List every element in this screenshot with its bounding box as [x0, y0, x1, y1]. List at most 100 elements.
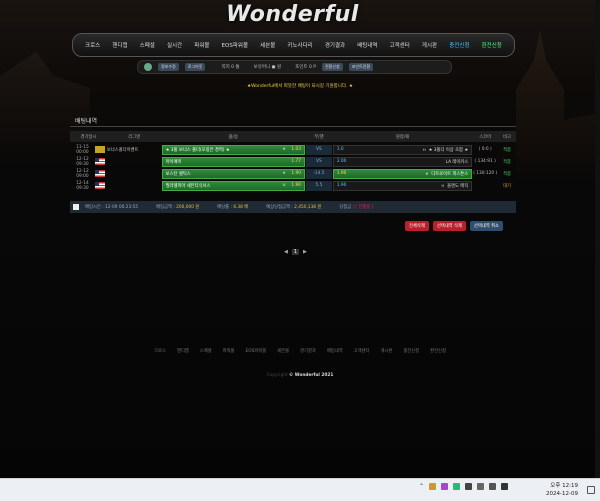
- pen-tray-icon[interactable]: [441, 483, 448, 490]
- volume-icon[interactable]: [489, 483, 496, 490]
- point-convert-button[interactable]: 포인트전환: [348, 63, 374, 71]
- footer-link[interactable]: EOS파워볼: [245, 348, 266, 354]
- app-tray-icon[interactable]: [429, 483, 436, 490]
- column-header: 스코어: [479, 134, 492, 140]
- profile-icon[interactable]: [144, 63, 152, 71]
- home-odds: 1.03: [291, 147, 301, 152]
- away-odds: 1.90: [336, 183, 347, 188]
- nav-item[interactable]: 고객센터: [390, 41, 410, 49]
- notification-icon[interactable]: [587, 486, 595, 494]
- away-team: LA 레이커스: [445, 159, 469, 165]
- league-flag-icon: [94, 170, 105, 177]
- home-odds: 1.90: [291, 171, 301, 176]
- convert-button[interactable]: 전환신청: [321, 63, 343, 71]
- edit-info-button[interactable]: 정보수정: [158, 63, 179, 71]
- network-icon[interactable]: [477, 483, 484, 490]
- draw-cell[interactable]: 5.5: [305, 180, 332, 191]
- nav-item[interactable]: 실시간: [167, 41, 182, 49]
- nav-item[interactable]: 환전신청: [482, 41, 502, 49]
- column-header: 원정/패: [395, 134, 410, 140]
- away-team-cell[interactable]: 2.00 LA 레이커스: [332, 156, 473, 167]
- select-checkbox[interactable]: [73, 204, 79, 210]
- bet-odds: 배당률 : 6.38 배: [217, 205, 249, 210]
- update-tray-icon[interactable]: [453, 483, 460, 490]
- footer-link[interactable]: 핸디캡: [177, 348, 189, 354]
- away-team-cell[interactable]: 1.90 H 올랜도 매직: [332, 180, 473, 191]
- nav-item[interactable]: EOS파워볼: [222, 41, 248, 49]
- prev-page-icon[interactable]: ◀: [284, 249, 288, 255]
- table-row: 11-15 00:00 보너스폴더이벤트 ★ 3폴 보너스 폴더(오징은 경력) ★…: [70, 144, 516, 155]
- nav-item[interactable]: 핸디캡: [112, 41, 127, 49]
- nav-item[interactable]: 파워볼: [194, 41, 209, 49]
- table-row: 12-12 09:30 마이애미 1.77 VS 2.00 LA 레이커스 ( 134:91…: [70, 156, 516, 167]
- footer-link[interactable]: 고객센터: [354, 348, 370, 354]
- point-display: 포인트 0 P: [295, 65, 316, 70]
- logout-button[interactable]: 로그아웃: [184, 63, 206, 71]
- home-odds: 1.77: [291, 159, 301, 164]
- table-row: 12-14 09:30 필라델피아 세븐티식서스 U 1.90 5.5 1.90 H 올랜도 …: [70, 180, 516, 191]
- bet-amount: 배팅금액 : 200,000 원: [156, 205, 200, 210]
- nav-item[interactable]: 스페셜: [140, 41, 155, 49]
- main-nav: 크로스 핸디캡 스페셜 실시간 파워볼 EOS파워볼 세븐볼 키노사다리 경기결과 배팅내역 고객센…: [72, 33, 515, 57]
- page-background: Wonderful 크로스 핸디캡 스페셜 실시간 파워볼 EOS파워볼 세븐볼 키노사다리 경…: [0, 0, 600, 478]
- delete-selected-button[interactable]: 선택내역 삭제: [432, 221, 466, 231]
- home-team: 필라델피아 세븐티식서스: [165, 183, 211, 189]
- chevron-up-icon[interactable]: ⌃: [419, 483, 424, 490]
- footer-link[interactable]: 배팅내역: [327, 348, 343, 354]
- money-display: 보유머니 ● 원: [253, 65, 282, 70]
- footer-link[interactable]: 충전신청: [403, 348, 419, 354]
- away-team: ★ 3폴더 이상 조합 ★: [428, 147, 469, 153]
- footer-link[interactable]: 환전신청: [430, 348, 446, 354]
- expected-win: 예상당첨금액 : 2,450,138 원: [266, 205, 322, 210]
- taskbar-clock[interactable]: 오후 12:19 2024-12-09: [546, 482, 578, 498]
- delete-all-button[interactable]: 전체삭제: [405, 221, 429, 231]
- home-team: 보스턴 셀틱스: [165, 171, 191, 177]
- home-team-cell[interactable]: ★ 3폴 보너스 폴더(오징은 경력) ★ H 1.03: [161, 144, 305, 155]
- pagination: ◀ 1 ▶: [284, 249, 307, 255]
- nav-item[interactable]: 배팅내역: [357, 41, 377, 49]
- site-logo[interactable]: Wonderful: [0, 2, 585, 27]
- nav-item[interactable]: 충전신청: [449, 41, 469, 49]
- title-divider: [70, 126, 516, 127]
- handicap-marker: H: [422, 147, 426, 152]
- away-team-cell[interactable]: 1.0 H ★ 3폴더 이상 조합 ★: [332, 144, 473, 155]
- draw-cell[interactable]: -14.5: [305, 168, 332, 179]
- draw-cell[interactable]: VS: [305, 144, 332, 155]
- footer-link[interactable]: 크로스: [154, 348, 166, 354]
- home-team-cell[interactable]: 보스턴 셀틱스 H 1.90: [161, 168, 305, 179]
- home-team-cell[interactable]: 필라델피아 세븐티식서스 U 1.90: [161, 180, 305, 191]
- league-flag-icon: [94, 182, 105, 189]
- footer-link[interactable]: 경기결과: [300, 348, 316, 354]
- action-buttons: 전체삭제 선택내역 삭제 선택내역 취소: [405, 221, 503, 231]
- battery-icon[interactable]: [501, 483, 508, 490]
- nav-item[interactable]: 세븐볼: [260, 41, 275, 49]
- match-date: 12-12 09:00: [76, 168, 89, 179]
- handicap-marker: H: [425, 171, 429, 176]
- footer-link[interactable]: 게시판: [380, 348, 392, 354]
- message-count[interactable]: 쪽지 0 통: [221, 64, 239, 70]
- scrollbar[interactable]: [595, 0, 600, 478]
- keyboard-icon[interactable]: [465, 483, 472, 490]
- away-odds: 2.00: [336, 159, 347, 164]
- nav-item[interactable]: 게시판: [422, 41, 437, 49]
- nav-item[interactable]: 키노사다리: [287, 41, 312, 49]
- draw-cell[interactable]: VS: [305, 156, 332, 167]
- footer-link[interactable]: 스페셜: [200, 348, 212, 354]
- nav-item[interactable]: 경기결과: [325, 41, 345, 49]
- table-header: 경기일시 리그명 홈/승 무/핸 원정/패 스코어 비고: [70, 131, 516, 142]
- home-team-cell[interactable]: 마이애미 1.77: [161, 156, 305, 167]
- handicap-marker: H: [441, 183, 445, 188]
- away-team: 디트로이트 피스톤스: [431, 171, 469, 177]
- away-team-cell[interactable]: 1.90 H 디트로이트 피스톤스: [332, 168, 473, 179]
- bet-result: 당첨금 : [ 진행중 ]: [339, 205, 374, 210]
- home-odds: 1.90: [291, 183, 301, 188]
- footer-link[interactable]: 세븐볼: [277, 348, 289, 354]
- handicap-marker: H: [282, 147, 286, 151]
- league-flag-icon: [94, 158, 105, 165]
- footer-link[interactable]: 파워볼: [223, 348, 235, 354]
- handicap-marker: H: [282, 171, 286, 175]
- cancel-selected-button[interactable]: 선택내역 취소: [469, 221, 503, 231]
- nav-item[interactable]: 크로스: [85, 41, 100, 49]
- current-page[interactable]: 1: [291, 249, 300, 255]
- next-page-icon[interactable]: ▶: [303, 249, 307, 255]
